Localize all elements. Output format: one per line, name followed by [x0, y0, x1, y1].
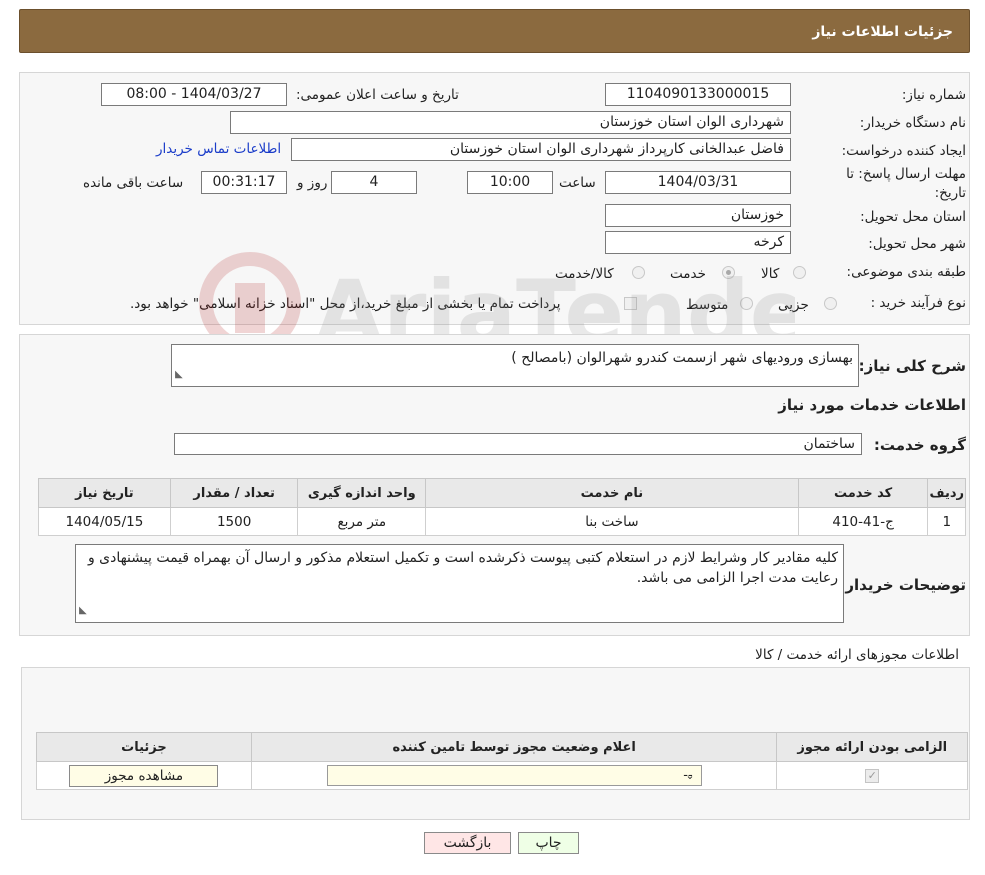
creator-label: ایجاد کننده درخواست:: [841, 143, 966, 159]
cell-qty: 1500: [169, 507, 299, 536]
deadline-label: مهلت ارسال پاسخ: تا تاریخ:: [846, 166, 966, 201]
col-status-header: اعلام وضعیت مجوز توسط تامین کننده: [250, 732, 778, 762]
services-table: ردیف کد خدمت نام خدمت واحد اندازه گیری ت…: [38, 478, 966, 536]
view-permit-button[interactable]: مشاهده مجوز: [69, 764, 219, 787]
creator-field: فاضل عبدالخانی کارپرداز شهرداری الوان اس…: [291, 138, 791, 161]
buyer-notes-field: کلیه مقادیر کار وشرایط لازم در استعلام ک…: [75, 544, 844, 623]
category-option-goods-service: کالا/خدمت: [555, 266, 614, 282]
buyer-notes-label: توضیحات خریدار:: [839, 576, 966, 594]
service-group-label: گروه خدمت:: [873, 436, 966, 454]
service-group-field: ساختمان: [174, 433, 862, 455]
services-table-header: ردیف کد خدمت نام خدمت واحد اندازه گیری ت…: [38, 478, 966, 508]
cell-details: مشاهده مجوز: [36, 761, 252, 790]
resize-grip-icon[interactable]: ◢: [79, 601, 87, 621]
remaining-days-field: 4: [331, 171, 417, 194]
payment-checkbox[interactable]: [624, 297, 637, 310]
process-option-medium: متوسط: [686, 297, 729, 313]
col-details-header: جزئیات: [36, 732, 252, 762]
buyer-contact-link[interactable]: اطلاعات تماس خریدار: [156, 141, 281, 157]
permits-table-header: الزامی بودن ارائه مجوز اعلام وضعیت مجوز …: [36, 732, 968, 762]
table-row: 1 ج-41-410 ساخت بنا متر مربع 1500 1404/0…: [38, 507, 966, 536]
col-name-header: نام خدمت: [425, 478, 799, 508]
category-radio-service[interactable]: [722, 266, 735, 279]
summary-text: بهسازی ورودیهای شهر ازسمت کندرو شهرالوان…: [511, 350, 853, 366]
city-label: شهر محل تحویل:: [868, 236, 966, 252]
permit-status-select[interactable]: ⌄ --: [326, 765, 702, 786]
remaining-time-label: ساعت باقی مانده: [83, 175, 184, 191]
col-qty-header: تعداد / مقدار: [169, 478, 299, 508]
announce-date-field: 1404/03/27 - 08:00: [101, 83, 287, 106]
resize-grip-icon[interactable]: ◢: [175, 365, 183, 385]
buyer-org-label: نام دستگاه خریدار:: [859, 115, 966, 131]
need-number-field: 1104090133000015: [605, 83, 791, 106]
cell-unit: متر مربع: [297, 507, 427, 536]
category-option-goods: کالا: [761, 266, 780, 282]
permits-table: الزامی بودن ارائه مجوز اعلام وضعیت مجوز …: [36, 732, 968, 790]
days-label: روز و: [297, 175, 328, 191]
remaining-time-field: 00:31:17: [201, 171, 287, 194]
services-heading: اطلاعات خدمات مورد نیاز: [778, 396, 966, 414]
category-radio-goods-service[interactable]: [632, 266, 645, 279]
deadline-hour-label: ساعت: [559, 175, 596, 191]
page-header: جزئیات اطلاعات نیاز: [19, 9, 970, 53]
buyer-notes-text: کلیه مقادیر کار وشرایط لازم در استعلام ک…: [87, 550, 838, 586]
permits-heading: اطلاعات مجوزهای ارائه خدمت / کالا: [755, 647, 959, 663]
cell-required: ✓: [776, 761, 968, 790]
process-type-label: نوع فرآیند خرید :: [870, 295, 966, 311]
table-row: ✓ ⌄ -- مشاهده مجوز: [36, 761, 968, 790]
process-option-minor: جزیی: [778, 297, 809, 313]
col-code-header: کد خدمت: [797, 478, 929, 508]
category-radio-goods[interactable]: [793, 266, 806, 279]
cell-status: ⌄ --: [250, 761, 778, 790]
cell-row: 1: [927, 507, 966, 536]
payment-note: پرداخت تمام یا بخشی از مبلغ خرید،از محل …: [130, 296, 561, 312]
cell-date: 1404/05/15: [38, 507, 171, 536]
col-row-header: ردیف: [927, 478, 966, 508]
summary-label: شرح کلی نیاز:: [858, 357, 966, 375]
process-radio-minor[interactable]: [824, 297, 837, 310]
col-date-header: تاریخ نیاز: [38, 478, 171, 508]
province-field: خوزستان: [605, 204, 791, 227]
need-number-label: شماره نیاز:: [901, 87, 966, 103]
col-required-header: الزامی بودن ارائه مجوز: [776, 732, 968, 762]
deadline-hour-field: 10:00: [467, 171, 553, 194]
back-button[interactable]: بازگشت: [424, 832, 511, 854]
deadline-date-field: 1404/03/31: [605, 171, 791, 194]
summary-field: بهسازی ورودیهای شهر ازسمت کندرو شهرالوان…: [171, 344, 859, 387]
province-label: استان محل تحویل:: [860, 209, 966, 225]
cell-code: ج-41-410: [797, 507, 929, 536]
cell-name: ساخت بنا: [425, 507, 799, 536]
buyer-org-field: شهرداری الوان استان خوزستان: [230, 111, 791, 134]
announce-date-label: تاریخ و ساعت اعلان عمومی:: [296, 87, 459, 103]
city-field: کرخه: [605, 231, 791, 254]
print-button[interactable]: چاپ: [518, 832, 579, 854]
select-value: --: [683, 768, 693, 783]
process-radio-medium[interactable]: [740, 297, 753, 310]
page-title: جزئیات اطلاعات نیاز: [812, 24, 953, 40]
category-label: طبقه بندی موضوعی:: [846, 264, 966, 280]
col-unit-header: واحد اندازه گیری: [297, 478, 427, 508]
category-option-service: خدمت: [670, 266, 706, 282]
required-checkbox[interactable]: ✓: [865, 768, 880, 783]
